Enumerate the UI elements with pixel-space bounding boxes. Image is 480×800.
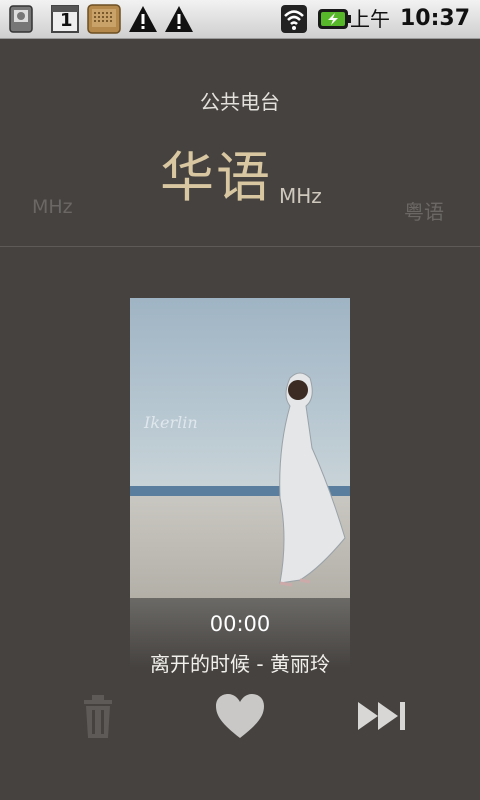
heart-icon[interactable]: [214, 692, 266, 740]
status-bar: 1 上午 10:37: [0, 0, 480, 39]
warning-icon: [165, 6, 193, 32]
wifi-icon: [281, 5, 307, 33]
radio-app-icon: [87, 4, 121, 34]
divider: [0, 246, 480, 247]
skip-next-icon[interactable]: [356, 692, 410, 740]
station-next[interactable]: 粤语: [404, 196, 444, 225]
station-category: 公共电台: [200, 90, 280, 114]
station-current-unit: MHz: [279, 184, 322, 208]
track-title: 离开的时候 - 黄丽玲: [150, 652, 330, 676]
status-time: 10:37: [399, 6, 470, 31]
station-prev[interactable]: MHz: [32, 196, 73, 218]
battery-charging-icon: [318, 9, 351, 29]
status-ampm: 上午: [350, 7, 390, 31]
warning-icon: [129, 6, 157, 32]
calendar-icon: 1: [50, 4, 80, 34]
playback-time: 00:00: [209, 612, 271, 636]
station-current-name[interactable]: 华语: [160, 148, 272, 208]
album-art: Ikerlin: [130, 298, 350, 598]
trash-icon[interactable]: [78, 692, 118, 740]
album-watermark: Ikerlin: [143, 413, 198, 432]
calendar-day: 1: [60, 10, 73, 31]
sd-card-icon: [9, 5, 33, 33]
